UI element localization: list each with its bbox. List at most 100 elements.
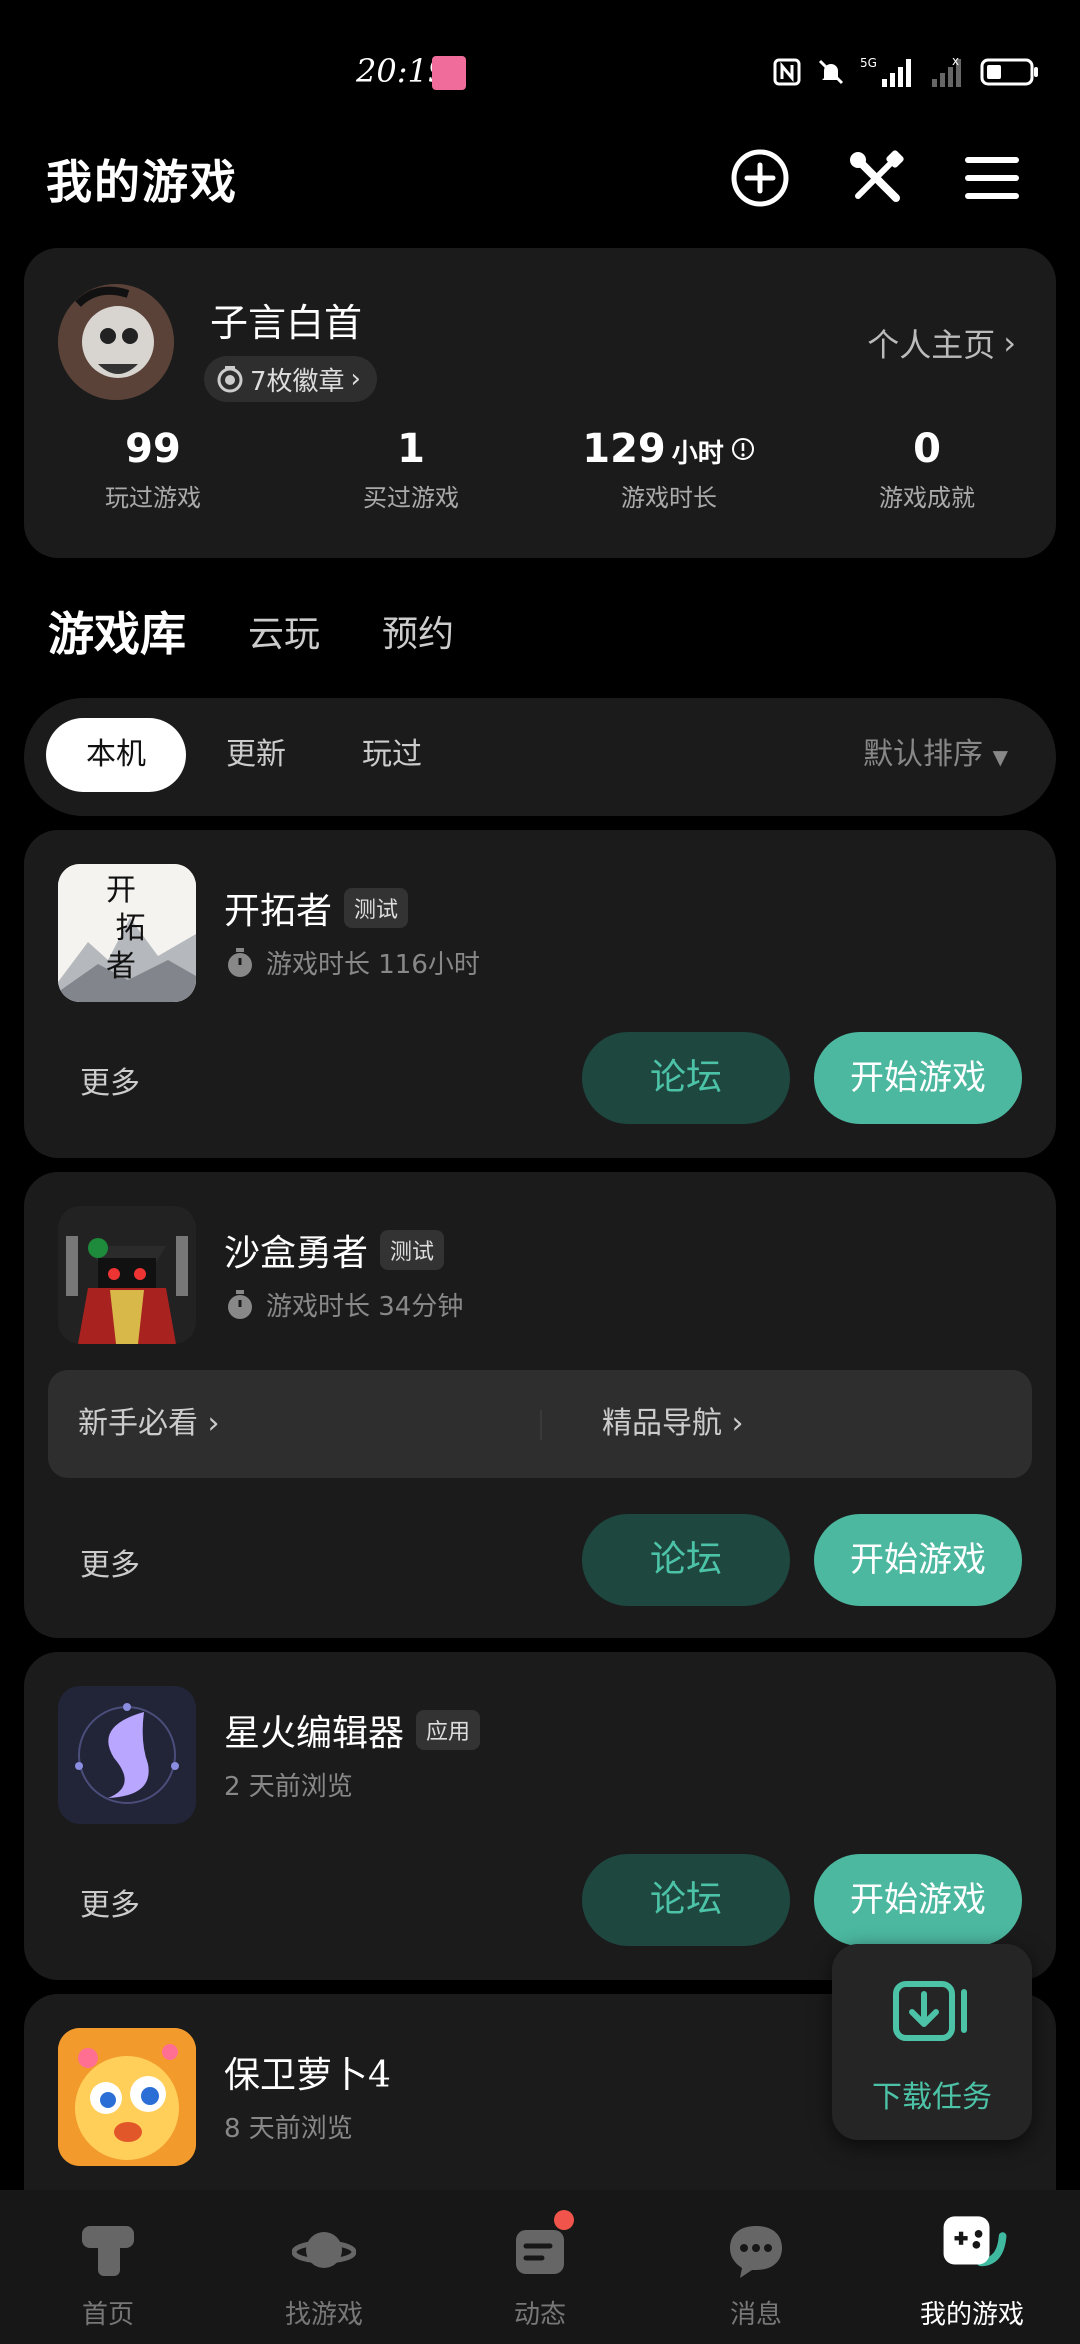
game-icon: 开 拓者 [58, 864, 196, 1002]
game-card[interactable]: 开 拓者 开拓者 测试 游戏时长 116小时 更多 论坛 开始游戏 [24, 830, 1056, 1158]
download-tasks-button[interactable]: 下载任务 [832, 1944, 1032, 2140]
notification-dot [554, 2210, 574, 2230]
divider [540, 1410, 542, 1440]
profile-stats: 99 玩过游戏 1 买过游戏 129 小时 游戏时长 0 游戏成就 [24, 426, 1056, 513]
home-link-label: 个人主页 [867, 326, 996, 364]
stat-play-time[interactable]: 129 小时 游戏时长 [540, 426, 798, 513]
game-card[interactable]: 星火编辑器 应用 2 天前浏览 更多 论坛 开始游戏 [24, 1652, 1056, 1980]
nav-item-feed[interactable]: 动态 [432, 2190, 648, 2344]
game-name: 星火编辑器 [224, 1713, 405, 1754]
nfc-icon [773, 58, 801, 86]
chevron-right-icon: › [207, 1406, 220, 1441]
menu-button[interactable] [960, 146, 1024, 210]
game-meta-row: 游戏时长 34分钟 [224, 1286, 463, 1323]
profile-card: 子言白首 7枚徽章 › 个人主页 › 99 玩过游戏 1 买过游戏 129 小时 … [24, 248, 1056, 558]
nav-item-find-games[interactable]: 找游戏 [216, 2190, 432, 2344]
game-card[interactable]: 沙盒勇者 测试 游戏时长 34分钟 新手必看 › 精品导航 › 更多 论坛 开始… [24, 1172, 1056, 1638]
game-title-row: 沙盒勇者 测试 [224, 1224, 445, 1276]
battery-icon [980, 58, 1038, 86]
signal-5g-icon: 5G [860, 56, 911, 87]
game-tag: 测试 [380, 1230, 445, 1270]
stat-achievements[interactable]: 0 游戏成就 [798, 426, 1056, 513]
more-button[interactable]: 更多 [80, 1880, 140, 1924]
sort-dropdown[interactable]: 默认排序 ▼ [863, 718, 1008, 792]
game-meta: 8 天前浏览 [224, 2114, 353, 2144]
game-name: 开拓者 [224, 891, 333, 932]
quick-link-beginner-guide[interactable]: 新手必看 › [78, 1370, 220, 1478]
username: 子言白首 [210, 301, 363, 345]
medal-icon [217, 366, 243, 393]
stopwatch-icon [228, 1289, 252, 1319]
nav-label: 首页 [81, 2300, 134, 2330]
start-game-button[interactable]: 开始游戏 [814, 1514, 1022, 1606]
badges-count: 7枚徽章 [250, 366, 345, 397]
personal-homepage-link[interactable]: 个人主页 › [867, 320, 1016, 366]
status-bar: 20:19 5G x [0, 0, 1080, 140]
library-tabs: 游戏库 云玩 预约 [48, 596, 516, 666]
chevron-right-icon: › [1003, 324, 1016, 362]
game-meta-row: 8 天前浏览 [224, 2108, 353, 2145]
more-button[interactable]: 更多 [80, 1540, 140, 1584]
sort-label: 默认排序 [863, 737, 984, 772]
stat-label: 玩过游戏 [105, 484, 201, 512]
stopwatch-icon [228, 947, 252, 977]
tools-button[interactable] [844, 146, 908, 210]
info-icon[interactable] [730, 436, 756, 462]
tab-cloud-play[interactable]: 云玩 [248, 605, 320, 657]
start-game-button[interactable]: 开始游戏 [814, 1854, 1022, 1946]
filter-chip-local[interactable]: 本机 [46, 718, 186, 792]
tools-icon [850, 150, 904, 202]
nav-label: 找游戏 [284, 2300, 363, 2330]
more-button[interactable]: 更多 [80, 1058, 140, 1102]
planet-icon [292, 2232, 356, 2268]
add-circle-icon [731, 149, 789, 207]
add-button[interactable] [728, 146, 792, 210]
game-name: 沙盒勇者 [224, 1233, 369, 1274]
quick-link-featured-nav[interactable]: 精品导航 › [602, 1370, 744, 1478]
download-tasks-label: 下载任务 [872, 2080, 992, 2115]
game-icon-text: 开 拓者 [106, 873, 146, 984]
game-icon [58, 1206, 196, 1344]
stat-label: 游戏成就 [879, 484, 975, 512]
game-meta: 游戏时长 34分钟 [266, 1292, 464, 1322]
page-title: 我的游戏 [46, 155, 238, 209]
chevron-right-icon: › [350, 364, 361, 394]
tab-reservations[interactable]: 预约 [382, 605, 454, 657]
status-icons: 5G x [772, 52, 1040, 92]
nav-item-home[interactable]: 首页 [0, 2190, 216, 2344]
signal-icon: x [932, 55, 961, 87]
stat-value: 1 [397, 426, 425, 472]
nav-label: 动态 [513, 2300, 566, 2330]
game-title-row: 星火编辑器 应用 [224, 1704, 481, 1756]
chevron-right-icon: › [731, 1406, 744, 1441]
nav-item-messages[interactable]: 消息 [648, 2190, 864, 2344]
bilibili-app-icon [432, 56, 466, 90]
stat-games-bought[interactable]: 1 买过游戏 [282, 426, 540, 513]
nav-item-my-games[interactable]: 我的游戏 [864, 2190, 1080, 2344]
game-title-row: 开拓者 测试 [224, 882, 409, 934]
filter-chip-played[interactable]: 玩过 [332, 718, 452, 792]
svg-text:x: x [952, 55, 959, 68]
badges-pill[interactable]: 7枚徽章 › [204, 356, 377, 402]
stat-label: 买过游戏 [363, 484, 459, 512]
tab-game-library[interactable]: 游戏库 [48, 598, 186, 664]
game-tag: 应用 [416, 1710, 481, 1750]
start-game-button[interactable]: 开始游戏 [814, 1032, 1022, 1124]
stat-games-played[interactable]: 99 玩过游戏 [24, 426, 282, 513]
stat-label: 游戏时长 [621, 484, 717, 512]
quick-link-label: 精品导航 [602, 1406, 722, 1441]
game-icon [58, 1686, 196, 1824]
avatar[interactable] [58, 284, 174, 400]
game-meta: 游戏时长 116小时 [266, 950, 480, 980]
forum-button[interactable]: 论坛 [582, 1514, 790, 1606]
forum-button[interactable]: 论坛 [582, 1032, 790, 1124]
game-meta-row: 游戏时长 116小时 [224, 944, 480, 981]
download-icon [893, 1981, 967, 2041]
bottom-nav: 首页 找游戏 动态 消息 我的游戏 [0, 2190, 1080, 2344]
stat-value: 129 [582, 426, 666, 472]
filter-chip-updates[interactable]: 更新 [196, 718, 316, 792]
menu-icon [965, 157, 1019, 199]
gamepad-icon [943, 2216, 1007, 2267]
game-tag: 测试 [344, 888, 409, 928]
forum-button[interactable]: 论坛 [582, 1854, 790, 1946]
